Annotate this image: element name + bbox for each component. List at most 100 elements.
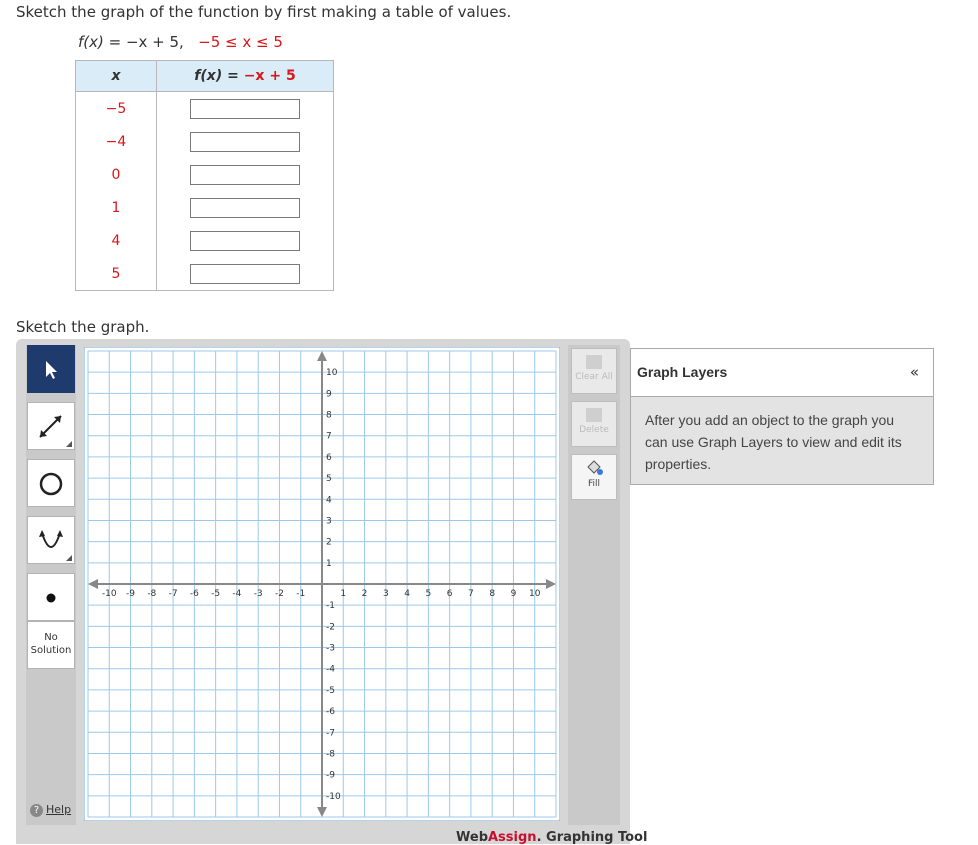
function-definition: f(x) = −x + 5, −5 ≤ x ≤ 5 xyxy=(78,33,283,51)
y-tick-label: -10 xyxy=(326,792,341,802)
fill-button[interactable]: Fill xyxy=(571,454,617,500)
x-tick-label: 1 xyxy=(340,589,346,599)
y-tick-label: 3 xyxy=(326,516,332,526)
table-row: 4 xyxy=(75,224,334,257)
function-rhs: −x + 5, xyxy=(125,33,184,51)
drawing-toolbar: No Solution xyxy=(26,345,76,825)
x-tick-label: 6 xyxy=(447,589,453,599)
x-tick-label: -10 xyxy=(102,589,117,599)
table-row: −4 xyxy=(75,125,334,158)
help-link[interactable]: ? Help xyxy=(30,803,71,817)
y-tick-label: -4 xyxy=(326,665,335,675)
y-tick-label: 7 xyxy=(326,432,332,442)
function-domain: −5 ≤ x ≤ 5 xyxy=(198,33,283,51)
graph-layers-description: After you add an object to the graph you… xyxy=(645,412,902,472)
circle-icon xyxy=(39,472,63,496)
x-tick-label: -2 xyxy=(275,589,284,599)
x-value: 1 xyxy=(75,191,157,224)
line-tool-button[interactable] xyxy=(27,402,75,450)
table-row: 5 xyxy=(75,257,334,291)
y-tick-label: -1 xyxy=(326,601,335,611)
x-tick-label: -7 xyxy=(169,589,178,599)
fill-bucket-icon xyxy=(587,460,603,475)
table-row: 0 xyxy=(75,158,334,191)
table-row: −5 xyxy=(75,91,334,125)
graph-layers-panel: Graph Layers « After you add an object t… xyxy=(630,348,934,485)
x-tick-label: -3 xyxy=(254,589,263,599)
pointer-icon xyxy=(46,361,57,379)
x-tick-label: 4 xyxy=(404,589,410,599)
graph-layers-title: Graph Layers xyxy=(637,364,728,380)
webassign-branding: WebAssign. Graphing Tool xyxy=(456,830,648,845)
x-tick-label: -8 xyxy=(147,589,156,599)
fx-input-field[interactable] xyxy=(190,263,300,284)
point-icon xyxy=(46,593,56,603)
pointer-tool-button[interactable] xyxy=(27,345,75,393)
y-tick-label: -5 xyxy=(326,686,335,696)
x-tick-label: 2 xyxy=(362,589,368,599)
x-value: −5 xyxy=(75,91,157,125)
parabola-tool-button[interactable] xyxy=(27,516,75,564)
x-tick-label: -9 xyxy=(126,589,135,599)
graph-canvas[interactable]: -10 -9 -8 -7 -6 -5 -4 -3 -2 -1 1 2 3 4 5 6 7 8 9 10 10 9 8 7 6 5 4… xyxy=(83,346,561,822)
graph-layers-header: Graph Layers « xyxy=(631,349,933,397)
parabola-icon xyxy=(39,530,72,561)
fx-input-field[interactable] xyxy=(190,98,300,119)
circle-tool-button[interactable] xyxy=(27,459,75,507)
x-tick-label: 10 xyxy=(529,589,541,599)
x-tick-label: -1 xyxy=(296,589,305,599)
no-solution-label-1: No xyxy=(44,632,58,643)
y-tick-label: 2 xyxy=(326,538,332,548)
y-tick-label: 10 xyxy=(326,368,338,378)
y-tick-label: -9 xyxy=(326,771,335,781)
y-tick-label: 6 xyxy=(326,453,332,463)
fx-input-field[interactable] xyxy=(190,197,300,218)
fx-input-field[interactable] xyxy=(190,230,300,251)
x-tick-label: 3 xyxy=(383,589,389,599)
coordinate-grid[interactable]: -10 -9 -8 -7 -6 -5 -4 -3 -2 -1 1 2 3 4 5 6 7 8 9 10 10 9 8 7 6 5 4… xyxy=(83,346,561,822)
x-value: 4 xyxy=(75,224,157,257)
table-header-row: x f(x) = −x + 5 xyxy=(75,60,334,92)
y-tick-label: -7 xyxy=(326,728,335,738)
header-fx: f(x) = −x + 5 xyxy=(156,60,334,92)
help-icon: ? xyxy=(30,804,43,817)
y-tick-label: 9 xyxy=(326,389,332,399)
x-value: −4 xyxy=(75,125,157,158)
clear-all-button[interactable]: Clear All xyxy=(571,348,617,394)
x-tick-label: -5 xyxy=(211,589,220,599)
x-tick-label: -4 xyxy=(232,589,241,599)
delete-button[interactable]: Delete xyxy=(571,401,617,447)
x-tick-label: 8 xyxy=(489,589,495,599)
graph-side-toolbar: Clear All Delete Fill xyxy=(568,345,620,825)
x-tick-label: 5 xyxy=(425,589,431,599)
x-tick-label: 9 xyxy=(511,589,517,599)
y-tick-label: 1 xyxy=(326,559,332,569)
trash-icon xyxy=(586,408,602,422)
x-tick-label: 7 xyxy=(468,589,474,599)
x-tick-label: -6 xyxy=(190,589,199,599)
x-value: 5 xyxy=(75,257,157,291)
no-solution-button[interactable]: No Solution xyxy=(27,621,75,669)
y-tick-label: -8 xyxy=(326,749,335,759)
header-x: x xyxy=(75,60,157,92)
graph-prompt: Sketch the graph. xyxy=(16,318,150,336)
table-row: 1 xyxy=(75,191,334,224)
x-value: 0 xyxy=(75,158,157,191)
point-tool-button[interactable] xyxy=(27,573,75,621)
fx-input-field[interactable] xyxy=(190,164,300,185)
instruction-text: Sketch the graph of the function by firs… xyxy=(16,3,512,21)
y-tick-label: -2 xyxy=(326,622,335,632)
function-lhs: f(x) = xyxy=(78,33,126,51)
y-tick-label: 8 xyxy=(326,411,332,421)
clear-all-icon xyxy=(586,355,602,369)
y-tick-label: 4 xyxy=(326,495,332,505)
no-solution-label-2: Solution xyxy=(30,645,72,656)
collapse-icon[interactable]: « xyxy=(910,363,919,381)
fx-input-field[interactable] xyxy=(190,131,300,152)
line-icon xyxy=(39,415,72,447)
y-tick-label: -3 xyxy=(326,644,335,654)
y-tick-label: 5 xyxy=(326,474,332,484)
y-tick-label: -6 xyxy=(326,707,335,717)
values-table: x f(x) = −x + 5 −5 −4 0 1 4 5 xyxy=(75,60,334,291)
help-label: Help xyxy=(46,803,72,816)
